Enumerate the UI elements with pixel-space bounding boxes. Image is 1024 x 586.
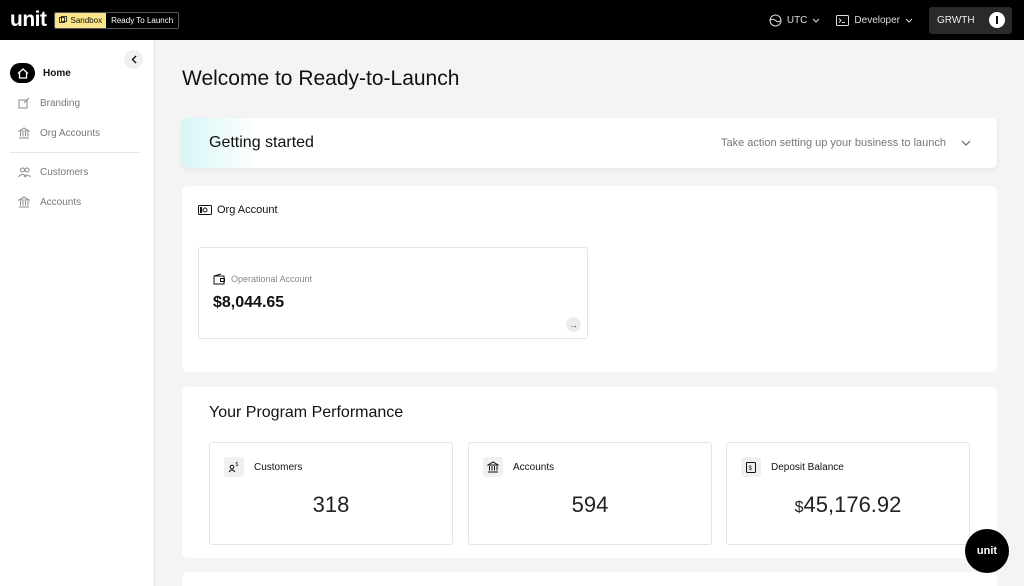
deposit-icon: $ <box>741 457 761 477</box>
sidebar-item-label: Accounts <box>40 196 82 208</box>
sidebar-item-label: Org Accounts <box>40 127 101 139</box>
org-account-card: Org Account Operational Account $8,044.6… <box>182 186 997 372</box>
metric-value: 594 <box>571 492 609 517</box>
wallet-icon <box>213 273 225 285</box>
sandbox-label: Sandbox <box>70 15 103 25</box>
metric-accounts[interactable]: Accounts 594 <box>468 442 712 545</box>
main-content: Welcome to Ready-to-Launch Getting start… <box>155 40 1024 586</box>
sandbox-icon <box>59 16 68 23</box>
metric-label: Deposit Balance <box>771 461 844 473</box>
sidebar-item-label: Customers <box>40 166 89 178</box>
performance-title: Your Program Performance <box>209 404 404 421</box>
cash-icon <box>198 205 212 215</box>
metric-value: $45,176.92 <box>727 492 969 518</box>
getting-started-panel[interactable]: Getting started Take action setting up y… <box>182 118 997 168</box>
chevron-left-icon <box>131 55 136 64</box>
bank-icon <box>16 125 32 141</box>
chevron-down-icon <box>905 18 913 23</box>
developer-menu[interactable]: Developer <box>836 14 913 26</box>
svg-text:$: $ <box>236 462 239 468</box>
org-account-header: Org Account <box>198 204 278 216</box>
sidebar-item-branding[interactable]: Branding <box>16 93 80 113</box>
timezone-label: UTC <box>786 14 808 26</box>
sidebar-item-label: Branding <box>40 97 81 109</box>
customers-icon: $ <box>224 457 244 477</box>
user-avatar-icon <box>989 12 1005 28</box>
program-performance-card: Your Program Performance $ Customers 318… <box>182 387 997 558</box>
bank-icon <box>16 194 32 210</box>
sandbox-badge: Sandbox <box>55 12 107 28</box>
page-title: Welcome to Ready-to-Launch <box>182 67 460 90</box>
collapse-sidebar-button[interactable] <box>124 50 143 69</box>
org-account-heading: Org Account <box>217 204 278 216</box>
sidebar-divider <box>10 152 140 153</box>
metric-customers[interactable]: $ Customers 318 <box>209 442 453 545</box>
home-icon <box>10 63 35 83</box>
svg-text:$: $ <box>749 466 753 472</box>
currency-symbol: $ <box>794 499 804 516</box>
metric-label: Customers <box>254 461 303 473</box>
globe-icon <box>769 14 782 26</box>
chevron-down-icon[interactable] <box>961 140 971 146</box>
org-switcher[interactable]: GRWTH <box>929 6 1012 34</box>
environment-badge[interactable]: Sandbox Ready To Launch <box>54 11 180 29</box>
sidebar: Home Branding Org Accounts Customers Acc… <box>0 40 155 586</box>
next-section-card <box>182 572 997 586</box>
operational-account-card[interactable]: Operational Account $8,044.65 → <box>198 247 588 339</box>
account-type-label: Operational Account <box>231 274 313 284</box>
org-name-label: Ready To Launch <box>111 15 174 25</box>
timezone-selector[interactable]: UTC <box>769 14 821 27</box>
account-balance: $8,044.65 <box>213 294 285 311</box>
org-switcher-label: GRWTH <box>937 14 975 26</box>
terminal-icon <box>836 14 850 26</box>
metric-label: Accounts <box>513 461 555 473</box>
users-icon <box>16 164 32 180</box>
sidebar-item-label: Home <box>43 67 71 79</box>
chevron-down-icon <box>813 18 820 23</box>
metric-deposit-balance[interactable]: $ Deposit Balance $45,176.92 <box>726 442 970 545</box>
developer-label: Developer <box>854 14 900 26</box>
sidebar-item-customers[interactable]: Customers <box>16 162 88 182</box>
arrow-right-icon[interactable]: → <box>566 317 581 332</box>
sidebar-item-accounts[interactable]: Accounts <box>16 192 81 212</box>
account-label: Operational Account <box>213 273 312 285</box>
top-bar: unit Sandbox Ready To Launch UTC Develop… <box>0 0 1024 40</box>
unit-logo[interactable]: unit <box>10 8 47 32</box>
metric-value: 318 <box>312 492 350 517</box>
sidebar-item-home[interactable]: Home <box>10 63 71 83</box>
bank-icon <box>483 457 503 477</box>
unit-assistant-button[interactable]: unit <box>965 529 1009 573</box>
getting-started-hint: Take action setting up your business to … <box>720 137 946 149</box>
getting-started-title: Getting started <box>209 134 314 151</box>
branding-icon <box>16 95 32 111</box>
deposit-amount: 45,176.92 <box>803 492 902 517</box>
sidebar-item-org-accounts[interactable]: Org Accounts <box>16 123 100 143</box>
